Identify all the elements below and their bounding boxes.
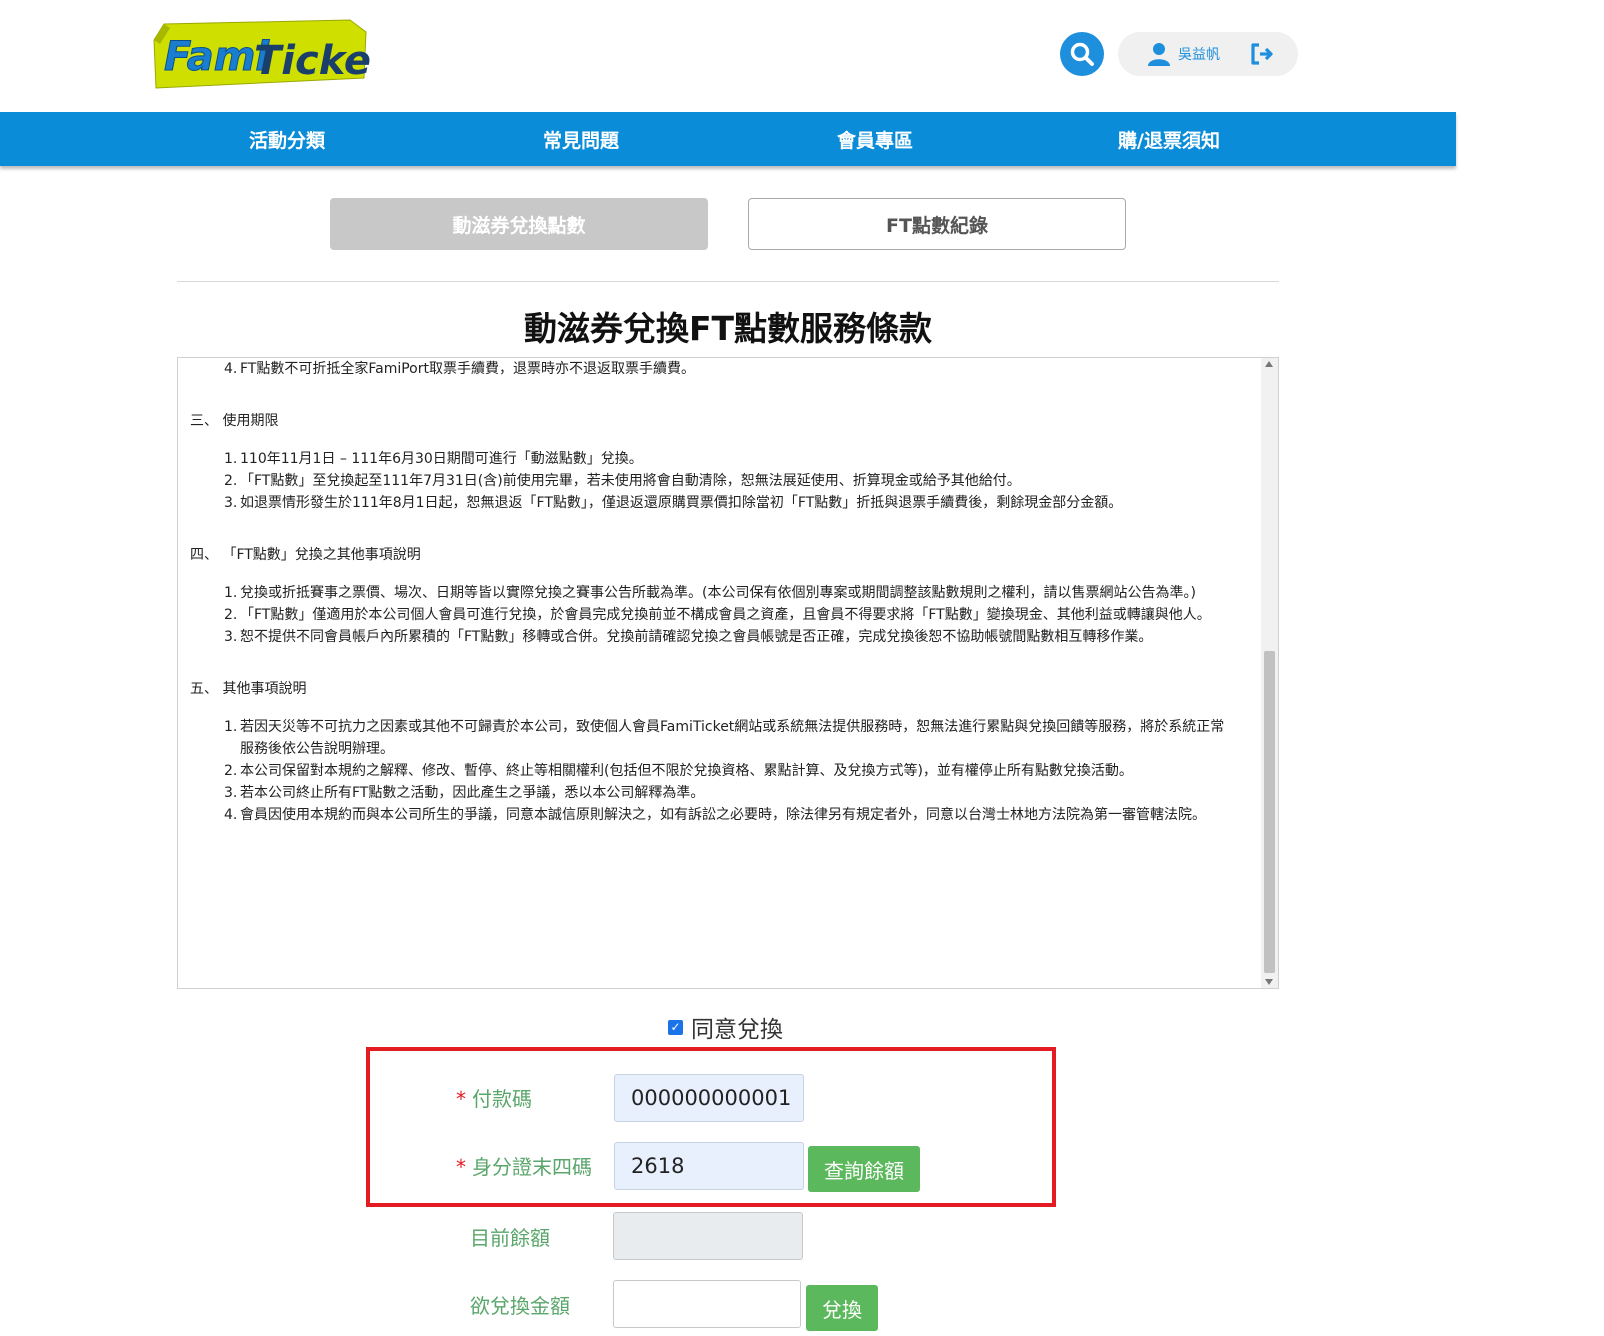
user-menu: 吳益帆	[1118, 32, 1298, 76]
terms-item: 4. FT點數不可折抵全家FamiPort取票手續費，退票時亦不退返取票手續費。	[178, 358, 1258, 380]
terms-item: 3. 恕不提供不同會員帳戶內所累積的「FT點數」移轉或合併。兌換前請確認兌換之會員…	[178, 626, 1258, 648]
logout-icon[interactable]	[1248, 41, 1274, 67]
terms-item-text: 會員因使用本規約而與本公司所生的爭議，同意本誠信原則解決之，如有訴訟之必要時，除…	[240, 807, 1206, 823]
scrollbar-thumb[interactable]	[1264, 651, 1275, 973]
exchange-amount-input[interactable]	[613, 1280, 801, 1328]
terms-item: 1. 110年11月1日 – 111年6月30日期間可進行「動滋點數」兌換。	[178, 448, 1258, 470]
terms-item: 2. 「FT點數」僅適用於本公司個人會員可進行兌換，於會員完成兌換前並不構成會員之…	[178, 604, 1258, 626]
terms-item-number: 2.	[224, 763, 238, 779]
terms-item-text: 110年11月1日 – 111年6月30日期間可進行「動滋點數」兌換。	[240, 451, 643, 467]
nav-item-faq[interactable]: 常見問題	[434, 112, 728, 166]
terms-item-text: 恕不提供不同會員帳戶內所累積的「FT點數」移轉或合併。兌換前請確認兌換之會員帳號…	[240, 629, 1153, 645]
terms-title: 動滋券兌換FT點數服務條款	[523, 309, 933, 348]
id-last4-label: * 身分證末四碼	[456, 1151, 592, 1180]
scroll-up-arrow-icon[interactable]	[1265, 361, 1273, 367]
terms-item: 3. 如退票情形發生於111年8月1日起，恕無退返「FT點數」，僅退返還原購買票價…	[178, 492, 1258, 514]
terms-scroll-box[interactable]: 3. 4. FT點數不可折抵全家FamiPort取票手續費，退票時亦不退返取票手…	[177, 357, 1279, 989]
payment-code-label: * 付款碼	[456, 1083, 532, 1112]
balance-label: 目前餘額	[470, 1226, 550, 1250]
section-heading: 三、 使用期限	[190, 413, 279, 429]
terms-item: 2. 「FT點數」至兌換起至111年7月31日(含)前使用完畢，若未使用將會自動清…	[178, 470, 1258, 492]
terms-item-text: 兌換或折抵賽事之票價、場次、日期等皆以實際兌換之賽事公告所載為準。(本公司保有依…	[240, 585, 1196, 601]
agree-exchange[interactable]: ✓ 同意兌換	[668, 1012, 783, 1043]
scroll-down-arrow-icon[interactable]	[1265, 979, 1273, 985]
terms-item-text: 「FT點數」僅適用於本公司個人會員可進行兌換，於會員完成兌換前並不構成會員之資產…	[240, 607, 1211, 623]
required-mark: *	[456, 1087, 466, 1111]
id-last4-label-text: 身分證末四碼	[472, 1155, 592, 1179]
terms-item: 4. 會員因使用本規約而與本公司所生的爭議，同意本誠信原則解決之，如有訴訟之必要時…	[178, 804, 1258, 826]
nav-item-member[interactable]: 會員專區	[728, 112, 1022, 166]
terms-item-text: 如退票情形發生於111年8月1日起，恕無退返「FT點數」，僅退返還原購買票價扣除…	[240, 495, 1123, 511]
id-last4-input[interactable]: 2618	[614, 1142, 804, 1190]
user-icon[interactable]	[1146, 41, 1172, 67]
terms-item-number: 1.	[224, 719, 238, 735]
terms-item-number: 3.	[224, 785, 238, 801]
checkmark-icon: ✓	[670, 1019, 681, 1034]
query-balance-button[interactable]: 查詢餘額	[808, 1146, 920, 1192]
terms-item-number: 4.	[224, 807, 238, 823]
terms-content: 3. 4. FT點數不可折抵全家FamiPort取票手續費，退票時亦不退返取票手…	[178, 358, 1258, 826]
tab-exchange-points[interactable]: 動滋券兌換點數	[330, 198, 708, 250]
logo-text-ticket: Ticket	[254, 38, 372, 84]
exchange-button[interactable]: 兌換	[806, 1285, 878, 1331]
payment-code-input[interactable]: 000000000001	[614, 1074, 804, 1122]
terms-item: 2. 本公司保留對本規約之解釋、修改、暫停、終止等相關權利(包括但不限於兌換資格、…	[178, 760, 1258, 782]
main-nav: 活動分類 常見問題 會員專區 購/退票須知	[0, 112, 1456, 166]
nav-item-purchase-refund[interactable]: 購/退票須知	[1022, 112, 1316, 166]
balance-field	[613, 1212, 803, 1260]
agree-label: 同意兌換	[691, 1017, 783, 1043]
terms-item-number: 3.	[224, 629, 238, 645]
search-button[interactable]	[1060, 32, 1104, 76]
section-heading: 四、 「FT點數」兌換之其他事項說明	[190, 547, 421, 563]
terms-item-number: 2.	[224, 473, 238, 489]
terms-item: 1. 兌換或折抵賽事之票價、場次、日期等皆以實際兌換之賽事公告所載為準。(本公司保…	[178, 582, 1258, 604]
exchange-amount-label: 欲兌換金額	[470, 1294, 570, 1318]
terms-item-number: 1.	[224, 585, 238, 601]
terms-item-text: 若因天災等不可抗力之因素或其他不可歸責於本公司，致使個人會員FamiTicket…	[240, 719, 1225, 757]
terms-item: 1. 若因天災等不可抗力之因素或其他不可歸責於本公司，致使個人會員FamiTick…	[178, 716, 1258, 760]
divider	[177, 281, 1279, 282]
tab-ft-points-record[interactable]: FT點數紀錄	[748, 198, 1126, 250]
nav-item-categories[interactable]: 活動分類	[140, 112, 434, 166]
agree-checkbox[interactable]: ✓	[668, 1019, 683, 1035]
famiticket-logo[interactable]: Fami Ticket	[150, 18, 392, 90]
required-mark: *	[456, 1155, 466, 1179]
payment-code-label-text: 付款碼	[472, 1087, 532, 1111]
terms-item: 3. 若本公司終止所有FT點數之活動，因此產生之爭議，悉以本公司解釋為準。	[178, 782, 1258, 804]
terms-item-number: 4.	[224, 361, 238, 377]
section-heading: 五、 其他事項說明	[190, 681, 307, 697]
terms-item-text: 若本公司終止所有FT點數之活動，因此產生之爭議，悉以本公司解釋為準。	[240, 785, 705, 801]
terms-item-text: 「FT點數」至兌換起至111年7月31日(含)前使用完畢，若未使用將會自動清除，…	[240, 473, 1021, 489]
terms-item-text: 本公司保留對本規約之解釋、修改、暫停、終止等相關權利(包括但不限於兌換資格、累點…	[240, 763, 1133, 779]
terms-scrollbar[interactable]	[1261, 358, 1278, 988]
search-icon	[1070, 42, 1094, 66]
user-name[interactable]: 吳益帆	[1178, 44, 1220, 64]
terms-item-number: 2.	[224, 607, 238, 623]
terms-item-text: FT點數不可折抵全家FamiPort取票手續費，退票時亦不退返取票手續費。	[240, 361, 695, 377]
terms-item-number: 1.	[224, 451, 238, 467]
terms-item-number: 3.	[224, 495, 238, 511]
